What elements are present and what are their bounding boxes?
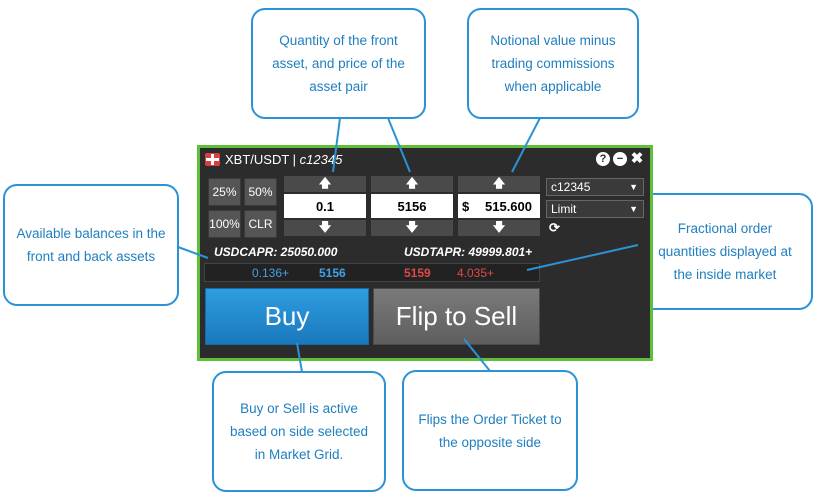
minimize-icon[interactable]: − [613, 152, 627, 166]
chevron-down-icon: ▼ [629, 182, 638, 192]
ticket-title: XBT/USDT | c12345 [225, 152, 342, 167]
quantity-down-button[interactable]: 🡇 [284, 220, 366, 236]
notional-input[interactable]: $ 515.600 [458, 194, 540, 218]
price-down-button[interactable]: 🡇 [371, 220, 453, 236]
flag-icon [205, 153, 220, 166]
bid-quantity[interactable]: 0.136+ [252, 266, 289, 280]
callout-fractional-text: Fractional order quantities displayed at… [658, 221, 792, 282]
ticket-titlebar: XBT/USDT | c12345 ? − ✖ [200, 148, 650, 172]
quantity-up-button[interactable]: 🡅 [284, 176, 366, 192]
account-select-value: c12345 [551, 180, 591, 194]
clear-button[interactable]: CLR [244, 210, 277, 238]
callout-notional-text: Notional value minus trading commissions… [490, 33, 616, 94]
ask-price[interactable]: 5159 [404, 266, 431, 280]
callout-quantity-price-text: Quantity of the front asset, and price o… [272, 33, 405, 94]
back-balance: USDTAPR: 49999.801+ [404, 245, 533, 259]
bid-price[interactable]: 5156 [319, 266, 346, 280]
ask-quantity[interactable]: 4.035+ [457, 266, 494, 280]
callout-buy-sell: Buy or Sell is active based on side sele… [212, 371, 386, 492]
close-icon[interactable]: ✖ [630, 151, 644, 166]
callout-flip: Flips the Order Ticket to the opposite s… [402, 370, 578, 491]
pair-label: XBT/USDT | [225, 152, 297, 167]
inside-market-bar: 0.136+ 5156 5159 4.035+ [204, 263, 540, 282]
chevron-down-icon: ▼ [629, 204, 638, 214]
callout-balances-text: Available balances in the front and back… [16, 226, 166, 264]
quantity-input[interactable]: 0.1 [284, 194, 366, 218]
pct-25-button[interactable]: 25% [208, 178, 241, 206]
callout-buy-sell-text: Buy or Sell is active based on side sele… [229, 401, 369, 462]
front-balance: USDCAPR: 25050.000 [214, 245, 338, 259]
buy-button[interactable]: Buy [205, 288, 369, 345]
order-type-value: Limit [551, 202, 577, 216]
order-ticket: XBT/USDT | c12345 ? − ✖ 25% 50% 100% CLR… [197, 145, 653, 361]
notional-up-button[interactable]: 🡅 [458, 176, 540, 192]
callout-fractional: Fractional order quantities displayed at… [637, 193, 813, 310]
window-controls: ? − ✖ [596, 151, 644, 166]
callout-balances: Available balances in the front and back… [3, 184, 179, 306]
dollar-symbol: $ [462, 198, 470, 214]
account-select[interactable]: c12345 ▼ [546, 178, 644, 196]
flip-to-sell-button[interactable]: Flip to Sell [373, 288, 540, 345]
callout-quantity-price: Quantity of the front asset, and price o… [251, 8, 426, 119]
callout-flip-text: Flips the Order Ticket to the opposite s… [418, 411, 562, 450]
notional-stepper: 🡅 $ 515.600 🡇 [458, 176, 540, 236]
notional-down-button[interactable]: 🡇 [458, 220, 540, 236]
account-label: c12345 [299, 152, 343, 167]
price-up-button[interactable]: 🡅 [371, 176, 453, 192]
order-type-select[interactable]: Limit ▼ [546, 200, 644, 218]
notional-value: 515.600 [485, 198, 532, 214]
price-input[interactable]: 5156 [371, 194, 453, 218]
pct-100-button[interactable]: 100% [208, 210, 241, 238]
quantity-stepper: 🡅 0.1 🡇 [284, 176, 366, 236]
callout-notional: Notional value minus trading commissions… [467, 8, 639, 119]
help-icon[interactable]: ? [596, 152, 610, 166]
refresh-icon[interactable]: ⟳ [549, 220, 560, 236]
pct-50-button[interactable]: 50% [244, 178, 277, 206]
price-stepper: 🡅 5156 🡇 [371, 176, 453, 236]
